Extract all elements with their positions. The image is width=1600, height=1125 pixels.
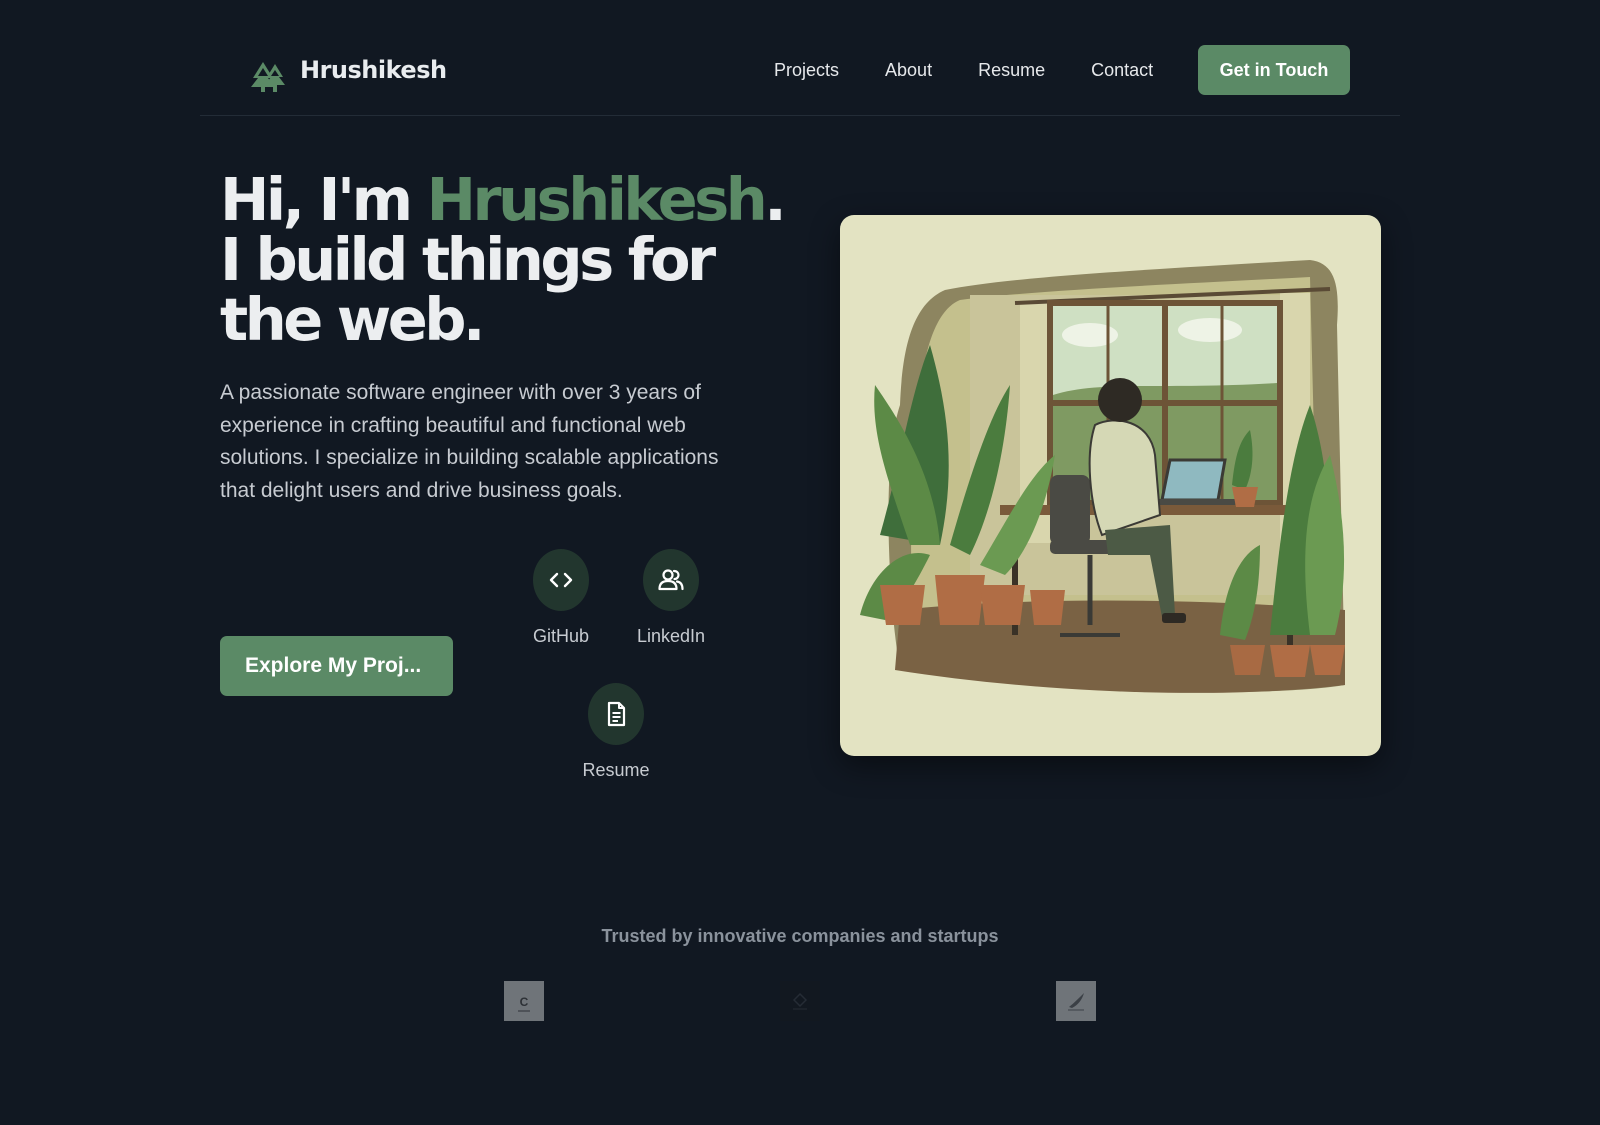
hero-illustration <box>840 215 1381 756</box>
company-logo-c: C <box>504 981 544 1021</box>
resume-label: Resume <box>582 760 650 780</box>
main-nav: Projects About Resume Contact <box>774 45 1153 83</box>
hero-description: A passionate software engineer with over… <box>220 381 719 502</box>
company-logo-bird <box>1056 981 1096 1021</box>
brand[interactable]: Hrushikesh <box>250 56 447 94</box>
github-icon-circle <box>533 549 589 611</box>
hero-title-line2: I build things for <box>220 225 716 294</box>
github-label: GitHub <box>532 626 590 646</box>
users-icon <box>658 569 684 591</box>
hero-title-period: . <box>764 165 786 234</box>
explore-projects-button[interactable]: Explore My Proj... <box>220 636 453 696</box>
brand-name: Hrushikesh <box>300 56 447 84</box>
nav-contact[interactable]: Contact <box>1091 57 1153 83</box>
linkedin-label: LinkedIn <box>636 626 706 646</box>
trusted-heading: Trusted by innovative companies and star… <box>601 926 999 946</box>
pine-trees-icon <box>251 62 285 92</box>
hero-title-name: Hrushikesh <box>426 165 768 234</box>
resume-icon-circle <box>588 683 644 745</box>
hero-title-prefix: Hi, I'm <box>220 165 427 234</box>
linkedin-icon-circle <box>643 549 699 611</box>
resume-link[interactable]: Resume <box>571 683 661 781</box>
portfolio-page: Hrushikesh Projects About Resume Contact… <box>0 0 1600 1125</box>
github-link[interactable]: GitHub <box>516 549 606 647</box>
company-logo-dark <box>780 981 820 1021</box>
site-header: Hrushikesh Projects About Resume Contact… <box>200 28 1400 116</box>
linkedin-link[interactable]: LinkedIn <box>626 549 716 647</box>
get-in-touch-button[interactable]: Get in Touch <box>1198 45 1350 95</box>
code-brackets-icon <box>549 572 573 588</box>
nav-projects[interactable]: Projects <box>774 57 839 83</box>
hero-title: Hi, I'm Hrushikesh. I build things for t… <box>220 170 800 350</box>
hero-title-line3: the web. <box>220 285 485 354</box>
developer-at-desk-illustration <box>860 260 1345 693</box>
svg-text:C: C <box>520 995 529 1009</box>
nav-about[interactable]: About <box>885 57 932 83</box>
nav-resume[interactable]: Resume <box>978 57 1045 83</box>
document-icon <box>607 701 626 727</box>
